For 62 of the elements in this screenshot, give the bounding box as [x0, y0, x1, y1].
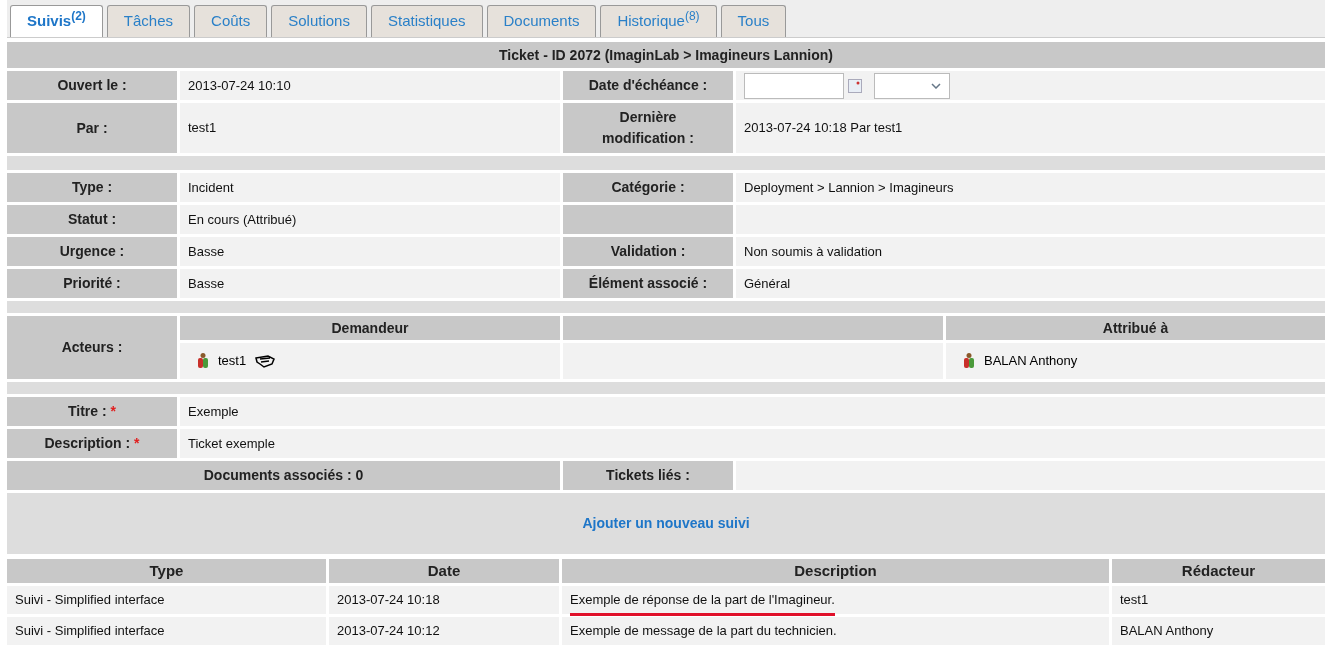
field-value: test1 [188, 119, 217, 138]
table-cell-text: Suivi - Simplified interface [15, 622, 165, 641]
field-label: Dernière modification : [601, 108, 695, 148]
field-value: Ticket exemple [188, 434, 275, 453]
table-cell-text: 2013-07-24 10:18 [337, 591, 440, 610]
tab[interactable]: Solutions [271, 5, 367, 37]
field-label: Validation : [610, 242, 686, 261]
field-value: 2013-07-24 10:18 Par test1 [744, 119, 903, 138]
field-value: Non soumis à validation [744, 242, 883, 261]
field-label: Type : [71, 178, 113, 197]
required-asterisk: * [110, 402, 117, 421]
tab[interactable]: Documents [486, 5, 597, 37]
time-select[interactable] [874, 72, 950, 99]
field-value: En cours (Attribué) [188, 210, 297, 229]
table-cell-text: 2013-07-24 10:12 [337, 622, 440, 641]
tab[interactable]: Tous [720, 5, 787, 37]
field-label: Tickets liés : [606, 466, 690, 485]
column-heading: Attribué à [1102, 318, 1169, 338]
field-label: Catégorie : [611, 178, 685, 197]
column-header: Rédacteur [1181, 560, 1256, 581]
field-value: 2013-07-24 10:10 [188, 76, 291, 95]
pointing-hand-icon[interactable] [254, 352, 277, 370]
column-header: Type [149, 560, 184, 581]
table-cell-text: Suivi - Simplified interface [15, 591, 165, 610]
field-value: Exemple [188, 402, 239, 421]
field-label: Date d'échéance : [588, 76, 708, 95]
table-cell-text: BALAN Anthony [1120, 622, 1214, 641]
people-icon [962, 352, 976, 370]
field-label: Urgence : [59, 242, 125, 261]
field-label: Description : [44, 434, 131, 453]
tab[interactable]: Suivis$^{(2)}$ [10, 5, 103, 37]
actor-name: BALAN Anthony [984, 352, 1078, 371]
add-followup-link[interactable]: Ajouter un nouveau suivi [582, 513, 750, 534]
field-label: Statut : [67, 210, 117, 229]
field-value: Basse [188, 242, 225, 261]
people-icon [196, 352, 210, 370]
tab[interactable]: Statistiques [370, 5, 483, 37]
column-header: Description [794, 560, 877, 581]
calendar-icon[interactable] [848, 78, 862, 93]
field-label: Titre : [67, 402, 107, 421]
field-value: Général [744, 274, 791, 293]
chevron-down-icon [931, 82, 941, 89]
column-header: Date [427, 560, 461, 581]
actor-name: test1 [218, 352, 247, 371]
table-cell-text: Exemple de message de la part du technicien. [570, 622, 837, 641]
column-heading: Demandeur [331, 318, 409, 338]
field-label: Priorité : [63, 274, 121, 293]
documents-count: Documents associés : 0 [203, 466, 364, 485]
tab[interactable]: Historique$^{(8)}$ [600, 5, 717, 37]
tab[interactable]: Tâches [106, 5, 191, 37]
field-label: Ouvert le : [57, 76, 127, 95]
tab[interactable]: Coûts [194, 5, 268, 37]
ticket-title: Ticket - ID 2072 (ImaginLab > Imagineurs Lannion) [499, 45, 833, 65]
field-value: Incident [188, 178, 234, 197]
field-label: Élément associé : [588, 274, 708, 293]
field-label: Par : [76, 118, 108, 138]
date-field[interactable] [744, 72, 844, 99]
field-label: Acteurs : [61, 338, 123, 357]
field-value: Deployment > Lannion > Imagineurs [744, 178, 954, 197]
required-asterisk: * [134, 434, 140, 453]
field-value: Basse [188, 274, 225, 293]
table-cell-text: test1 [1120, 591, 1149, 610]
